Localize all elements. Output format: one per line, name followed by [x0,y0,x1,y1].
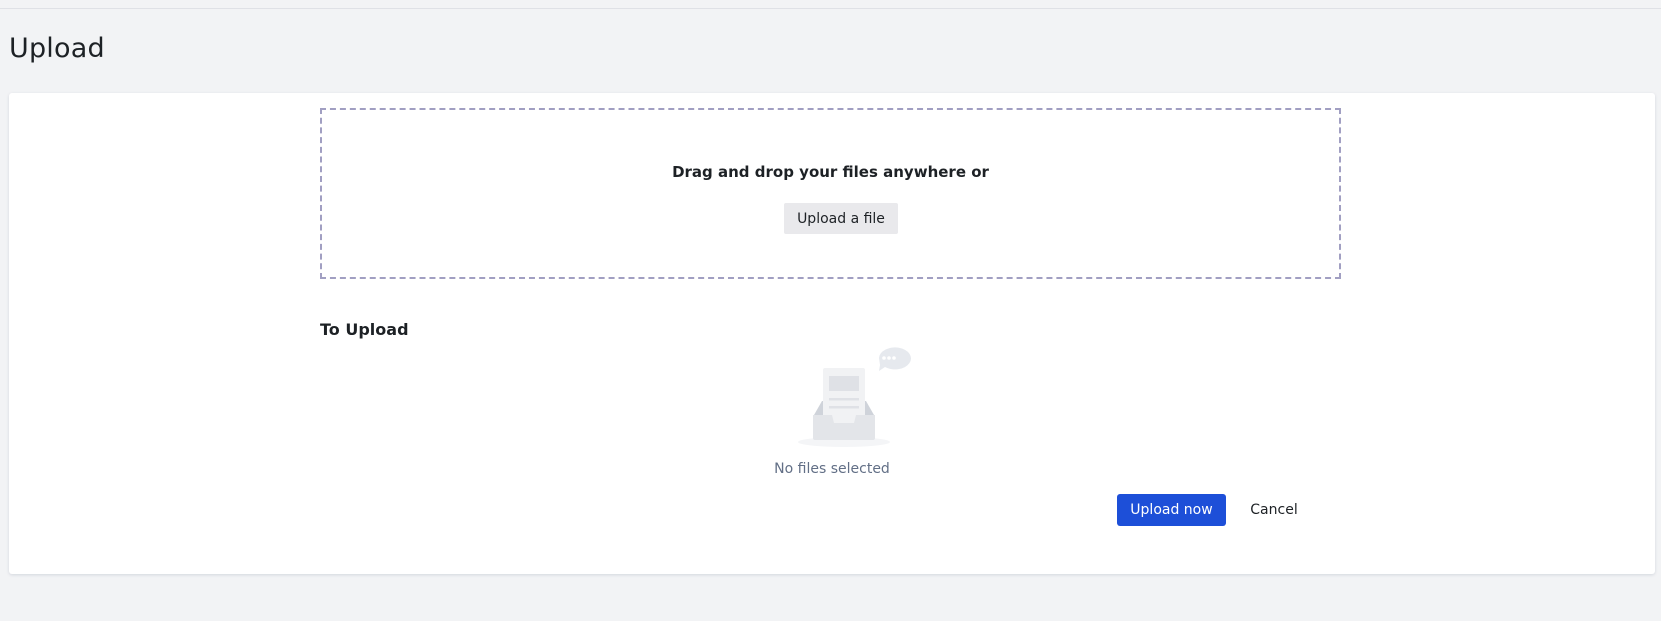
upload-file-button[interactable]: Upload a file [784,203,898,234]
empty-state-text: No files selected [774,461,890,477]
to-upload-heading: To Upload [320,320,409,339]
upload-card: Drag and drop your files anywhere or Upl… [9,93,1655,574]
upload-now-button[interactable]: Upload now [1117,494,1226,526]
cancel-button[interactable]: Cancel [1242,494,1306,526]
empty-inbox-icon [798,347,911,447]
file-dropzone[interactable]: Drag and drop your files anywhere or Upl… [320,108,1341,279]
dropzone-instruction: Drag and drop your files anywhere or [672,163,989,181]
page-title: Upload [9,33,105,64]
top-divider [0,8,1661,9]
